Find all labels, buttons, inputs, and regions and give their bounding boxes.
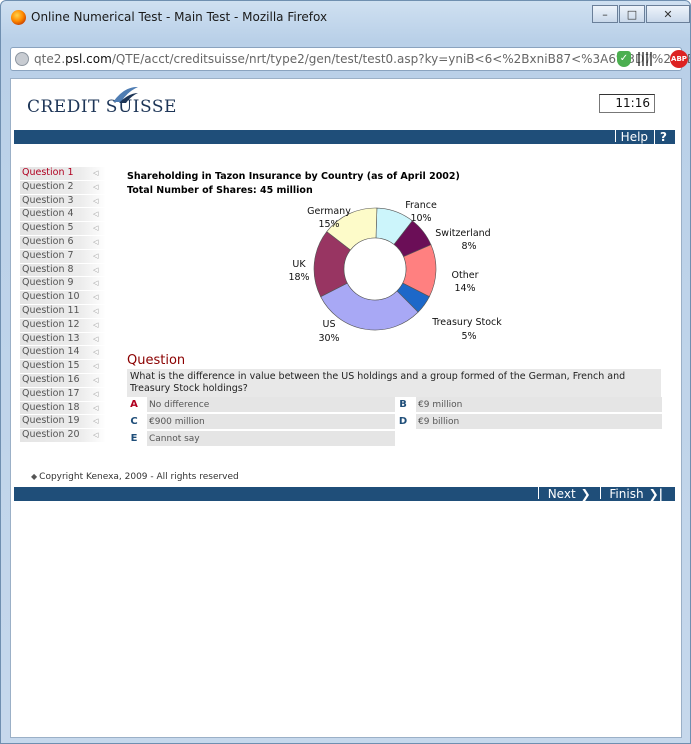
question-nav-label: Question 19 xyxy=(22,415,80,427)
copyright-notice: ◆ Copyright Kenexa, 2009 - All rights res… xyxy=(31,472,239,482)
question-nav-item[interactable]: Question 18 ◁ xyxy=(20,401,106,416)
option-text: €9 billion xyxy=(418,417,460,427)
arrow-icon: ◁ xyxy=(93,403,99,412)
minimize-button[interactable]: – xyxy=(592,5,618,23)
slice-label: Switzerland xyxy=(435,228,490,239)
option-letter: B xyxy=(399,399,407,410)
slice-percent: 5% xyxy=(461,331,476,342)
question-text: What is the difference in value between … xyxy=(127,369,661,397)
question-nav-item[interactable]: Question 20 ◁ xyxy=(20,429,106,443)
option-letter: D xyxy=(398,416,408,427)
finish-arrow-icon: ❯| xyxy=(648,487,663,501)
slice-percent: 14% xyxy=(454,283,475,294)
question-nav-item[interactable]: Question 17 ◁ xyxy=(20,387,106,402)
slice-label: Treasury Stock xyxy=(431,317,502,328)
option-letter: A xyxy=(130,399,138,410)
question-nav-label: Question 16 xyxy=(22,373,80,385)
option-letter: C xyxy=(130,416,138,427)
divider xyxy=(599,487,601,499)
option-text: Cannot say xyxy=(149,434,200,444)
question-nav-label: Question 20 xyxy=(22,429,80,441)
option-b[interactable]: B €9 million xyxy=(396,397,662,412)
arrow-icon: ◁ xyxy=(93,417,99,426)
arrow-icon: ◁ xyxy=(93,431,99,440)
question-heading: Question xyxy=(127,353,186,368)
firefox-icon xyxy=(11,10,26,25)
slice-percent: 8% xyxy=(461,241,476,252)
pie-chart: France10%Switzerland8%Other14%Treasury S… xyxy=(288,200,502,344)
slice-label: France xyxy=(405,200,437,211)
shield-icon[interactable]: ✓ xyxy=(617,51,631,67)
question-nav-item[interactable]: Question 19 ◁ xyxy=(20,415,106,430)
option-e[interactable]: E Cannot say xyxy=(127,431,395,446)
bottom-nav-bar: Next ❯ Finish ❯| xyxy=(14,487,675,501)
adblock-icon[interactable]: ABP xyxy=(670,50,688,68)
next-arrow-icon: ❯ xyxy=(580,487,591,501)
slice-percent: 15% xyxy=(318,219,339,230)
slice-percent: 30% xyxy=(318,333,339,344)
slice-label: Other xyxy=(452,270,479,281)
slice-percent: 18% xyxy=(288,272,309,283)
donut-hole xyxy=(343,237,407,301)
slice-label: UK xyxy=(292,259,306,270)
url-text[interactable]: qte2.psl.com/QTE/acct/creditsuisse/nrt/t… xyxy=(34,52,690,66)
option-d[interactable]: D €9 billion xyxy=(396,414,662,429)
slice-label: US xyxy=(323,319,336,330)
close-button[interactable]: ✕ xyxy=(646,5,690,23)
arrow-icon: ◁ xyxy=(93,375,99,384)
copyright-text: Copyright Kenexa, 2009 - All rights rese… xyxy=(39,472,239,482)
question-nav-label: Question 18 xyxy=(22,401,80,413)
diamond-icon: ◆ xyxy=(31,472,38,481)
question-nav-label: Question 17 xyxy=(22,387,80,399)
option-text: No difference xyxy=(149,400,210,410)
browser-window: Online Numerical Test - Main Test - Mozi… xyxy=(0,0,691,744)
finish-button[interactable]: Finish ❯| xyxy=(609,487,663,501)
next-button[interactable]: Next ❯ xyxy=(548,487,591,501)
site-identity-icon[interactable] xyxy=(15,52,29,66)
window-title: Online Numerical Test - Main Test - Mozi… xyxy=(31,10,328,24)
nav-buttons: Next ❯ Finish ❯| xyxy=(533,487,663,501)
arrow-icon: ◁ xyxy=(93,362,99,371)
arrow-icon: ◁ xyxy=(93,389,99,398)
slice-label: Germany xyxy=(307,206,351,217)
next-label: Next xyxy=(547,487,576,501)
option-c[interactable]: C €900 million xyxy=(127,414,395,429)
page-content: CREDIT SUISSE 11:16 Help? Question 1 ◁ Que… xyxy=(10,78,682,738)
title-bar: Online Numerical Test - Main Test - Mozi… xyxy=(1,1,690,37)
divider xyxy=(537,487,539,499)
question-nav-label: Question 15 xyxy=(22,360,80,372)
question-nav-item[interactable]: Question 16 ◁ xyxy=(20,373,106,388)
finish-label: Finish xyxy=(609,487,644,501)
option-text: €9 million xyxy=(418,400,463,410)
maximize-button[interactable]: □ xyxy=(619,5,645,23)
address-bar[interactable]: qte2.psl.com/QTE/acct/creditsuisse/nrt/t… xyxy=(10,47,690,71)
question-nav-item[interactable]: Question 15 ◁ xyxy=(20,360,106,374)
option-letter: E xyxy=(130,433,138,444)
qr-code-icon[interactable] xyxy=(638,52,652,66)
option-a[interactable]: A No difference xyxy=(127,397,395,412)
option-text: €900 million xyxy=(149,417,205,427)
